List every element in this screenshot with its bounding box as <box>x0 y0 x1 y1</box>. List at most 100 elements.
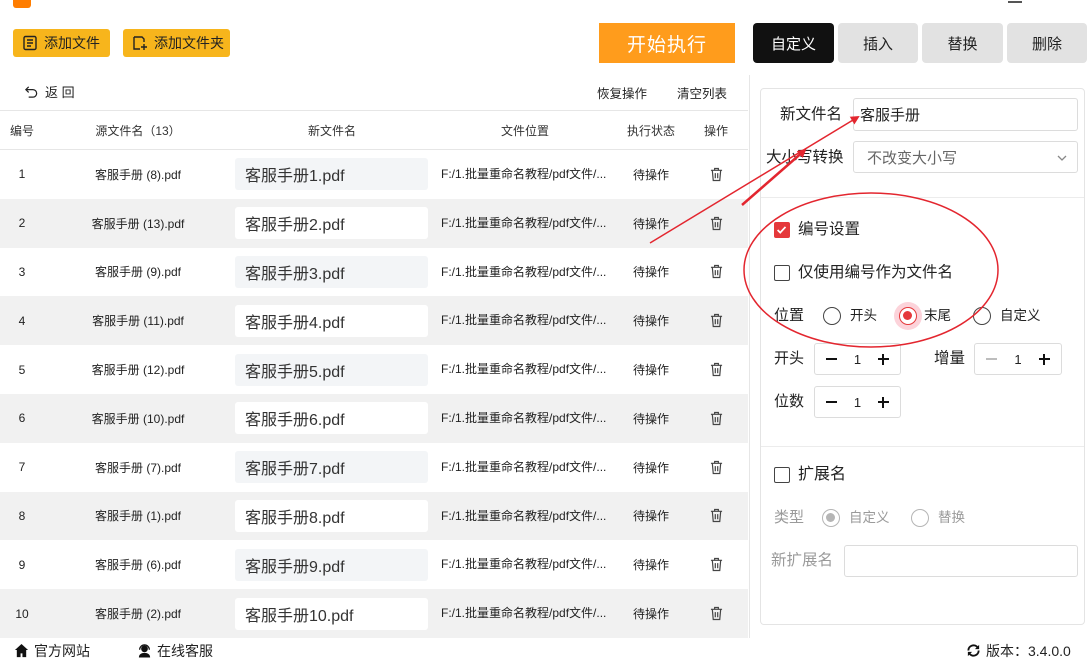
trash-icon[interactable] <box>710 411 723 426</box>
customer-service-icon <box>138 644 151 658</box>
new-filename-cell <box>232 540 432 589</box>
header-status: 执行状态 <box>626 123 675 138</box>
plus-icon[interactable] <box>1038 353 1050 365</box>
file-location: F:/1.批量重命名教程/pdf文件/... <box>441 264 607 279</box>
only-number-checkbox[interactable] <box>774 265 790 281</box>
trash-icon[interactable] <box>710 557 723 572</box>
action-cell <box>684 394 748 443</box>
back-icon <box>25 85 38 98</box>
table-row[interactable]: 9 客服手册 (6).pdf F:/1.批量重命名教程/pdf文件/... 待操作 <box>0 540 748 590</box>
status-text: 待操作 <box>632 363 669 378</box>
trash-icon[interactable] <box>710 313 723 328</box>
trash-icon[interactable] <box>710 362 723 377</box>
trash-icon[interactable] <box>710 460 723 475</box>
table-row[interactable]: 6 客服手册 (10).pdf F:/1.批量重命名教程/pdf文件/... 待操作 <box>0 393 748 443</box>
table-row[interactable]: 7 客服手册 (7).pdf F:/1.批量重命名教程/pdf文件/... 待操作 <box>0 442 748 492</box>
support-link[interactable]: 在线客服 <box>137 642 213 659</box>
type-custom-radio[interactable] <box>822 509 840 527</box>
website-label: 官方网站 <box>34 642 90 659</box>
case-select[interactable]: 不改变大小写 <box>853 141 1078 173</box>
status-text: 待操作 <box>632 509 669 524</box>
extension-checkbox[interactable] <box>774 467 790 483</box>
position-end-radio[interactable] <box>899 307 917 325</box>
row-number: 1 <box>18 167 26 182</box>
plus-icon[interactable] <box>877 396 889 408</box>
new-filename-input[interactable] <box>235 548 428 581</box>
new-extension-input[interactable] <box>844 545 1078 577</box>
new-filename-input[interactable] <box>235 597 428 630</box>
version-label: 版本：3.4.0.0 <box>986 642 1071 659</box>
new-name-input[interactable] <box>853 98 1078 131</box>
new-filename-input[interactable] <box>235 402 428 435</box>
new-filename-input[interactable] <box>235 255 428 288</box>
website-link[interactable]: 官方网站 <box>14 642 90 659</box>
minimize-icon[interactable] <box>1008 1 1022 3</box>
table-row[interactable]: 2 客服手册 (13).pdf F:/1.批量重命名教程/pdf文件/... 待操作 <box>0 198 748 248</box>
add-folder-button[interactable]: 添加文件夹 <box>123 29 230 57</box>
new-filename-cell <box>232 589 432 638</box>
clear-list-button[interactable]: 清空列表 <box>677 83 727 102</box>
file-location: F:/1.批量重命名教程/pdf文件/... <box>441 167 607 181</box>
only-number-label: 仅使用编号作为文件名 <box>798 264 954 281</box>
table-row[interactable]: 4 客服手册 (11).pdf F:/1.批量重命名教程/pdf文件/... 待操作 <box>0 296 748 346</box>
header-action: 操作 <box>703 123 728 138</box>
digits-stepper[interactable]: 1 <box>814 386 901 418</box>
support-label: 在线客服 <box>157 642 213 659</box>
new-filename-input[interactable] <box>235 304 428 337</box>
trash-icon[interactable] <box>710 264 723 279</box>
source-filename: 客服手册 (13).pdf <box>91 216 185 231</box>
trash-icon[interactable] <box>710 167 723 182</box>
version-info[interactable]: 版本：3.4.0.0 <box>966 642 1071 659</box>
trash-icon[interactable] <box>710 216 723 231</box>
table-row[interactable]: 3 客服手册 (9).pdf F:/1.批量重命名教程/pdf文件/... 待操作 <box>0 247 748 297</box>
tab-replace[interactable]: 替换 <box>922 23 1003 63</box>
file-location: F:/1.批量重命名教程/pdf文件/... <box>441 557 607 572</box>
minus-icon[interactable] <box>826 401 837 403</box>
trash-icon[interactable] <box>710 508 723 523</box>
numbering-checkbox[interactable] <box>774 222 790 238</box>
type-replace-radio[interactable] <box>911 509 929 527</box>
settings-panel: 新文件名 大小写转换 不改变大小写 编号设置 仅使用编号作为文件名 位置 开头 … <box>760 88 1085 625</box>
new-filename-input[interactable] <box>235 158 428 191</box>
table-row[interactable]: 1 客服手册 (8).pdf F:/1.批量重命名教程/pdf文件/... 待操作 <box>0 150 748 199</box>
increment-value[interactable]: 1 <box>1014 352 1021 367</box>
new-extension-label: 新扩展名 <box>771 552 834 569</box>
table-row[interactable]: 8 客服手册 (1).pdf F:/1.批量重命名教程/pdf文件/... 待操作 <box>0 491 748 541</box>
source-filename: 客服手册 (7).pdf <box>94 460 182 475</box>
position-start-radio[interactable] <box>823 307 841 325</box>
new-filename-input[interactable] <box>235 499 428 532</box>
new-filename-input[interactable] <box>235 451 428 484</box>
table-row[interactable]: 10 客服手册 (2).pdf F:/1.批量重命名教程/pdf文件/... 待操作 <box>0 589 748 638</box>
position-end-label: 末尾 <box>924 308 951 323</box>
start-button[interactable]: 开始执行 <box>599 23 735 63</box>
file-location: F:/1.批量重命名教程/pdf文件/... <box>441 313 607 328</box>
file-location: F:/1.批量重命名教程/pdf文件/... <box>441 362 607 377</box>
plus-icon[interactable] <box>877 353 889 365</box>
action-cell <box>684 199 748 248</box>
digits-value[interactable]: 1 <box>854 395 861 410</box>
tab-delete[interactable]: 删除 <box>1007 23 1087 63</box>
new-filename-cell <box>232 296 432 345</box>
increment-stepper[interactable]: 1 <box>974 343 1062 375</box>
row-number: 7 <box>18 460 26 475</box>
start-value[interactable]: 1 <box>854 352 861 367</box>
table-row[interactable]: 5 客服手册 (12).pdf F:/1.批量重命名教程/pdf文件/... 待操作 <box>0 345 748 394</box>
file-table-body: 1 客服手册 (8).pdf F:/1.批量重命名教程/pdf文件/... 待操作 2 客… <box>0 150 748 638</box>
minus-icon[interactable] <box>986 358 997 360</box>
back-button[interactable]: 返 回 <box>24 82 75 100</box>
tab-insert[interactable]: 插入 <box>838 23 918 63</box>
trash-icon[interactable] <box>710 606 723 621</box>
restore-button[interactable]: 恢复操作 <box>597 83 647 102</box>
start-label: 开头 <box>774 350 805 367</box>
add-folder-label: 添加文件夹 <box>154 35 224 51</box>
new-filename-input[interactable] <box>235 353 428 386</box>
minus-icon[interactable] <box>826 358 837 360</box>
case-label: 大小写转换 <box>766 149 844 166</box>
position-custom-radio[interactable] <box>973 307 991 325</box>
new-filename-input[interactable] <box>235 207 428 240</box>
type-replace-label: 替换 <box>938 510 965 525</box>
tab-custom[interactable]: 自定义 <box>753 23 834 63</box>
add-file-button[interactable]: 添加文件 <box>13 29 110 57</box>
start-stepper[interactable]: 1 <box>814 343 901 375</box>
action-cell <box>684 150 748 199</box>
